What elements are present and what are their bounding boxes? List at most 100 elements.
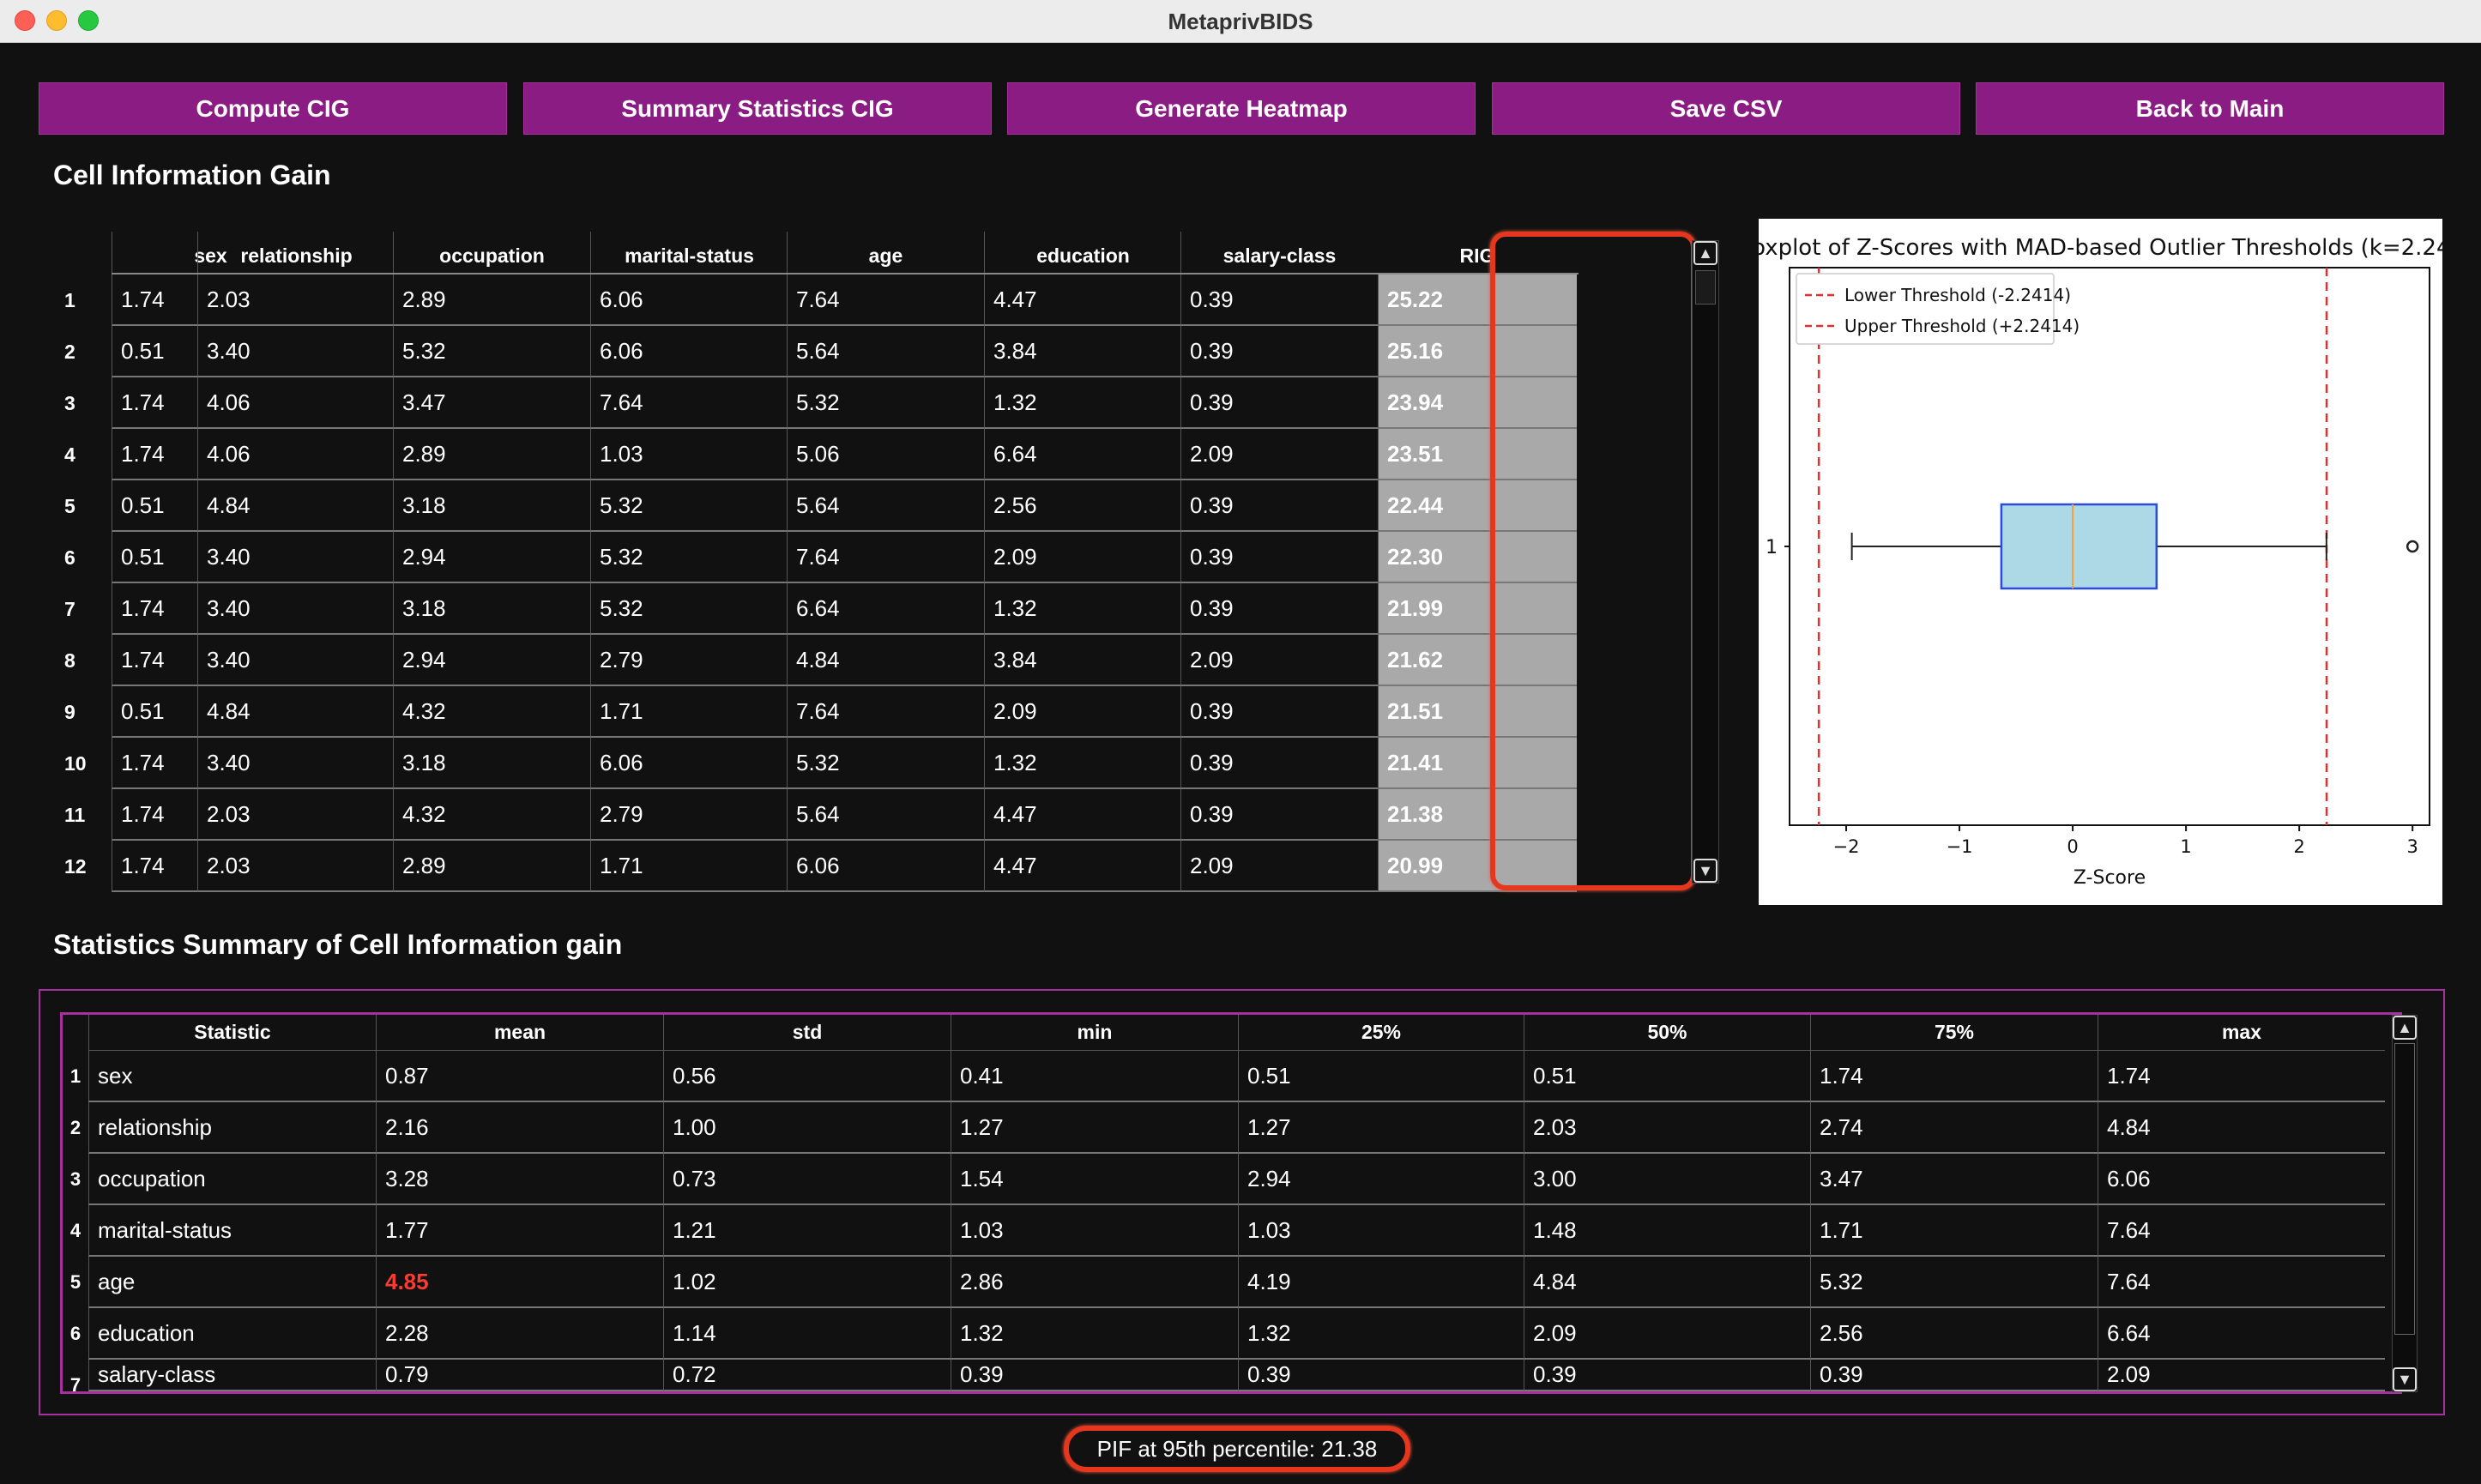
table-cell[interactable]: 4.47 [984, 274, 1181, 326]
row-number[interactable]: 2 [43, 326, 112, 377]
rig-cell[interactable]: 23.94 [1378, 377, 1577, 429]
stats-scroll-down-icon[interactable]: ▼ [2393, 1367, 2417, 1391]
row-number[interactable]: 11 [43, 789, 112, 841]
table-cell[interactable]: 2.94 [393, 532, 590, 583]
table-cell[interactable]: 6.06 [590, 274, 788, 326]
scroll-thumb[interactable] [1695, 270, 1716, 305]
stats-value-cell[interactable]: 5.32 [1810, 1257, 2098, 1308]
table-cell[interactable]: 4.06 [197, 377, 395, 429]
table-cell[interactable]: 7.64 [787, 532, 984, 583]
row-number[interactable]: 6 [43, 532, 112, 583]
table-cell[interactable]: 0.39 [1180, 789, 1378, 841]
table-cell[interactable]: 3.40 [197, 583, 395, 635]
stats-value-cell[interactable]: 7.64 [2098, 1257, 2385, 1308]
stats-row-number[interactable]: 7 [63, 1360, 88, 1391]
table-cell[interactable]: 4.47 [984, 841, 1181, 892]
stats-value-cell[interactable]: 1.71 [1810, 1205, 2098, 1257]
table-cell[interactable]: 2.94 [393, 635, 590, 686]
stats-value-cell[interactable]: 1.74 [2098, 1051, 2385, 1102]
stats-value-cell[interactable]: 1.54 [951, 1154, 1238, 1205]
stats-value-cell[interactable]: 4.85 [376, 1257, 663, 1308]
row-number[interactable]: 1 [43, 274, 112, 326]
stats-table-scrollbar[interactable]: ▲ ▼ [2392, 1015, 2418, 1392]
stats-column-header-75pct[interactable]: 75% [1810, 1015, 2098, 1051]
table-cell[interactable]: 4.32 [393, 686, 590, 738]
stats-value-cell[interactable]: 0.51 [1524, 1051, 1810, 1102]
rig-cell[interactable]: 25.22 [1378, 274, 1577, 326]
table-cell[interactable]: 2.09 [984, 532, 1181, 583]
stats-value-cell[interactable]: 1.03 [951, 1205, 1238, 1257]
stats-column-header-std[interactable]: std [663, 1015, 951, 1051]
stats-value-cell[interactable]: 3.28 [376, 1154, 663, 1205]
table-cell[interactable]: 1.32 [984, 583, 1181, 635]
table-cell[interactable]: 7.64 [787, 274, 984, 326]
stats-value-cell[interactable]: 1.48 [1524, 1205, 1810, 1257]
table-cell[interactable]: 3.40 [197, 738, 395, 789]
table-cell[interactable]: 2.03 [197, 789, 395, 841]
stats-value-cell[interactable]: 1.74 [1810, 1051, 2098, 1102]
row-number[interactable]: 3 [43, 377, 112, 429]
stats-value-cell[interactable]: 0.56 [663, 1051, 951, 1102]
stats-value-cell[interactable]: 0.39 [1524, 1360, 1810, 1391]
table-cell[interactable]: 6.64 [787, 583, 984, 635]
table-cell[interactable]: 6.06 [787, 841, 984, 892]
table-cell[interactable]: 1.32 [984, 377, 1181, 429]
row-number[interactable]: 4 [43, 429, 112, 480]
stats-value-cell[interactable]: 0.73 [663, 1154, 951, 1205]
table-cell[interactable]: 4.84 [197, 480, 395, 532]
stats-row-number[interactable]: 1 [63, 1051, 88, 1102]
table-cell[interactable]: 0.39 [1180, 326, 1378, 377]
table-cell[interactable]: 6.06 [590, 738, 788, 789]
table-cell[interactable]: 5.32 [590, 480, 788, 532]
stats-value-cell[interactable]: 1.77 [376, 1205, 663, 1257]
stats-value-cell[interactable]: 6.06 [2098, 1154, 2385, 1205]
table-cell[interactable]: 2.89 [393, 841, 590, 892]
rig-cell[interactable]: 25.16 [1378, 326, 1577, 377]
stats-value-cell[interactable]: 1.03 [1238, 1205, 1524, 1257]
save-csv-button[interactable]: Save CSV [1492, 82, 1960, 135]
table-cell[interactable]: 2.03 [197, 274, 395, 326]
rig-cell[interactable]: 22.44 [1378, 480, 1577, 532]
table-cell[interactable]: 0.39 [1180, 480, 1378, 532]
stats-statistic-cell[interactable]: education [88, 1308, 376, 1360]
table-cell[interactable]: 3.18 [393, 480, 590, 532]
stats-column-header-max[interactable]: max [2098, 1015, 2385, 1051]
table-cell[interactable]: 3.47 [393, 377, 590, 429]
table-cell[interactable]: 1.71 [590, 841, 788, 892]
stats-value-cell[interactable]: 2.86 [951, 1257, 1238, 1308]
cig-table-scrollbar[interactable]: ▲ ▼ [1692, 240, 1719, 884]
stats-value-cell[interactable]: 1.02 [663, 1257, 951, 1308]
table-cell[interactable]: 0.39 [1180, 274, 1378, 326]
table-cell[interactable]: 4.47 [984, 789, 1181, 841]
table-cell[interactable]: 4.84 [197, 686, 395, 738]
table-cell[interactable]: 3.40 [197, 532, 395, 583]
stats-value-cell[interactable]: 0.41 [951, 1051, 1238, 1102]
stats-value-cell[interactable]: 1.27 [1238, 1102, 1524, 1154]
rig-cell[interactable]: 21.41 [1378, 738, 1577, 789]
generate-heatmap-button[interactable]: Generate Heatmap [1007, 82, 1476, 135]
stats-value-cell[interactable]: 1.21 [663, 1205, 951, 1257]
table-cell[interactable]: 2.09 [1180, 635, 1378, 686]
stats-statistic-cell[interactable]: age [88, 1257, 376, 1308]
table-cell[interactable]: 3.18 [393, 738, 590, 789]
table-cell[interactable]: 5.32 [590, 583, 788, 635]
table-cell[interactable]: 4.32 [393, 789, 590, 841]
row-number[interactable]: 10 [43, 738, 112, 789]
summary-statistics-cig-button[interactable]: Summary Statistics CIG [523, 82, 992, 135]
stats-value-cell[interactable]: 0.39 [1238, 1360, 1524, 1391]
stats-statistic-cell[interactable]: occupation [88, 1154, 376, 1205]
table-cell[interactable]: 2.89 [393, 274, 590, 326]
table-cell[interactable]: 3.40 [197, 635, 395, 686]
stats-value-cell[interactable]: 1.00 [663, 1102, 951, 1154]
stats-value-cell[interactable]: 2.09 [2098, 1360, 2385, 1391]
stats-statistic-cell[interactable]: sex [88, 1051, 376, 1102]
column-header-relationship[interactable]: relationship [197, 232, 395, 273]
table-cell[interactable]: 0.39 [1180, 686, 1378, 738]
table-cell[interactable]: 1.03 [590, 429, 788, 480]
stats-value-cell[interactable]: 0.39 [1810, 1360, 2098, 1391]
column-header-education[interactable]: education [984, 232, 1181, 273]
stats-value-cell[interactable]: 0.39 [951, 1360, 1238, 1391]
stats-value-cell[interactable]: 1.27 [951, 1102, 1238, 1154]
rig-cell[interactable]: 21.62 [1378, 635, 1577, 686]
table-cell[interactable]: 3.84 [984, 635, 1181, 686]
